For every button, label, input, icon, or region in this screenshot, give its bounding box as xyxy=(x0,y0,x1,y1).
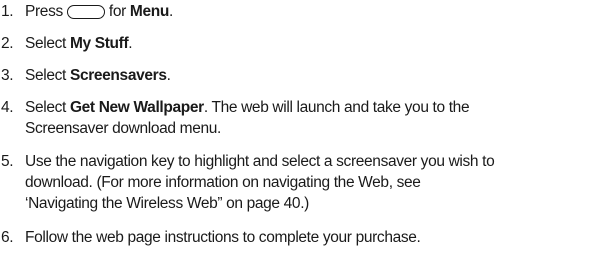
step-text-line-2: Screensaver download menu. xyxy=(25,120,221,137)
step-text: Select Get New Wallpaper. The web will l… xyxy=(25,99,470,137)
step-number: 2. xyxy=(1,35,14,52)
step-text-line-1: Use the navigation key to highlight and … xyxy=(25,153,495,170)
step-text-prefix: Press xyxy=(25,3,63,20)
step-bold-term: Menu xyxy=(129,3,169,20)
step-number: 1. xyxy=(1,3,14,20)
step-number: 4. xyxy=(1,99,14,116)
step-number: 3. xyxy=(1,67,14,84)
step-text: Press for Menu. xyxy=(25,3,173,20)
menu-key-oval-icon xyxy=(66,5,105,19)
step-bold-term: Get New Wallpaper xyxy=(69,99,204,116)
step-text: Select My Stuff. xyxy=(25,35,133,52)
step-text-connector: for xyxy=(108,3,126,20)
step-text-line-1: Follow the web page instructions to comp… xyxy=(25,229,421,246)
step-text: Use the navigation key to highlight and … xyxy=(25,151,495,214)
step-text-line-3: ‘Navigating the Wireless Web” on page 40… xyxy=(25,195,309,212)
step-text: Select Screensavers. xyxy=(25,67,171,84)
step-text-prefix: Select xyxy=(25,35,66,52)
step-bold-term: Screensavers xyxy=(69,67,167,84)
step-bold-term: My Stuff xyxy=(69,35,129,52)
step-text-prefix: Select xyxy=(25,99,66,116)
step-text-line-2: download. (For more information on navig… xyxy=(25,174,421,191)
step-number: 5. xyxy=(1,153,14,170)
step-text: Follow the web page instructions to comp… xyxy=(25,227,421,248)
instruction-list: 1. Press for Menu. 2. Select My Stuff. 3.… xyxy=(0,0,599,269)
step-number: 6. xyxy=(1,229,14,246)
step-text-prefix: Select xyxy=(25,67,66,84)
